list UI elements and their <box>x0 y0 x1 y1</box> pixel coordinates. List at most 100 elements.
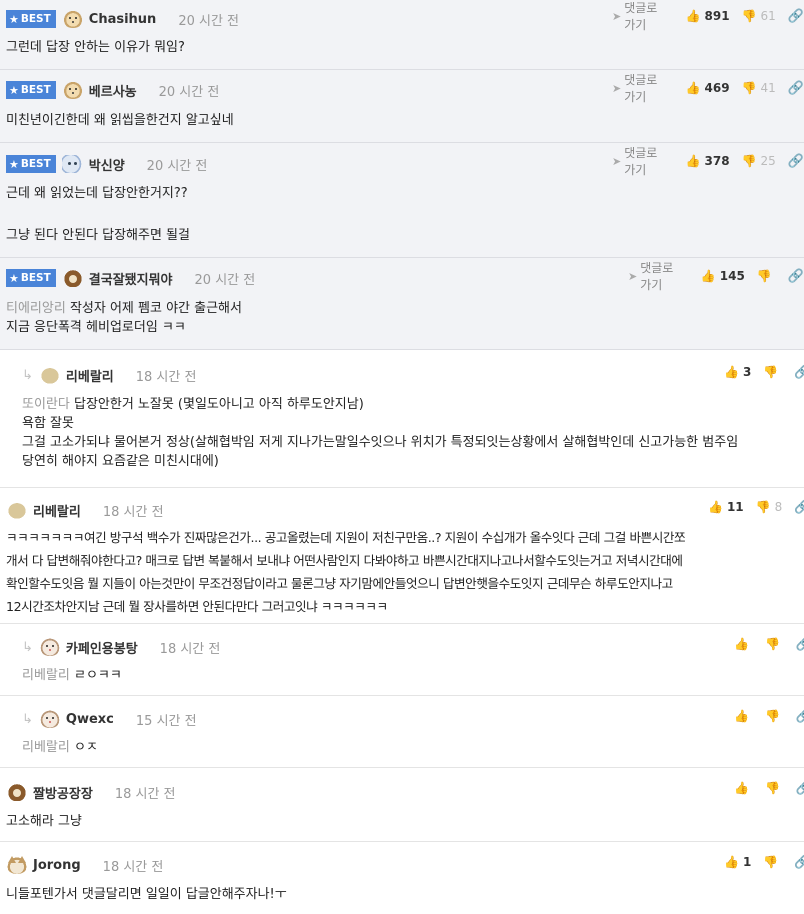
downvote-count: 8 <box>774 500 783 514</box>
reply-arrow-icon: ↳ <box>22 711 33 727</box>
goto-comment-link[interactable]: ➤ 댓글로 가기 <box>628 259 687 293</box>
nickname[interactable]: 리베랄리 <box>33 501 81 520</box>
thumbs-up-icon: 👍 <box>724 365 739 379</box>
downvote-button[interactable]: 👎 <box>765 781 784 795</box>
comment-body: 또이란다 답장안한거 노잘못 (몇일도아니고 아직 하루도안지남) 욕함 잘못 … <box>22 397 739 469</box>
star-icon: ★ <box>9 157 19 171</box>
avatar[interactable] <box>38 638 61 656</box>
avatar[interactable] <box>6 783 28 801</box>
comment-actions: 👍 👎 🔗 <box>734 778 804 798</box>
mention[interactable]: 또이란다 <box>22 397 70 412</box>
upvote-button[interactable]: 👍 378 <box>686 154 730 168</box>
mention[interactable]: 리베랄리 <box>22 740 70 755</box>
nickname[interactable]: 결국잘됐지뭐야 <box>89 269 173 288</box>
mention[interactable]: 티에리앙리 <box>6 301 66 316</box>
link-icon[interactable]: 🔗 <box>788 154 804 169</box>
nickname[interactable]: 박신양 <box>89 155 125 174</box>
nickname[interactable]: 베르사농 <box>89 81 137 100</box>
avatar[interactable] <box>61 269 84 287</box>
comment-actions: ➤ 댓글로 가기 👍 891 👎 61 🔗 <box>612 1 804 32</box>
upvote-button[interactable]: 👍 469 <box>686 81 730 95</box>
upvote-count: 1 <box>742 855 752 869</box>
upvote-button[interactable]: 👍 145 <box>701 269 745 283</box>
nickname[interactable]: 짤방공장장 <box>33 783 93 802</box>
nickname[interactable]: Qwexc <box>66 712 114 727</box>
thumbs-up-icon: 👍 <box>734 637 749 651</box>
downvote-button[interactable]: 👎 <box>763 365 782 379</box>
avatar[interactable] <box>61 81 84 99</box>
upvote-button[interactable]: 👍 891 <box>686 9 730 23</box>
mention[interactable]: 리베랄리 <box>22 668 70 683</box>
downvote-button[interactable]: 👎 8 <box>756 500 783 514</box>
comment-header: ★ BEST 베르사농 20 시간 전 <box>6 80 219 100</box>
upvote-button[interactable]: 👍 3 <box>724 365 751 379</box>
nickname[interactable]: 카페인용봉탕 <box>66 638 138 657</box>
link-icon[interactable]: 🔗 <box>796 637 804 652</box>
best-badge: ★ BEST <box>6 269 56 287</box>
comment-actions: 👍 1 👎 🔗 <box>724 852 804 872</box>
comment-item: 리베랄리 18 시간 전 👍 11 👎 8 🔗 ㅋㅋㅋㅋㅋㅋㅋ여긴 방구석 백수가 … <box>0 488 804 624</box>
thumbs-up-icon: 👍 <box>685 9 701 23</box>
avatar[interactable] <box>6 501 28 519</box>
thumbs-up-icon: 👍 <box>734 709 749 723</box>
thumbs-up-icon: 👍 <box>708 500 723 514</box>
comment-actions: 👍 11 👎 8 🔗 <box>708 497 804 517</box>
comment-body: 근데 왜 읽었는데 답장안한거지?? 그냥 된다 안된다 답장해주면 될걸 <box>6 186 190 243</box>
goto-comment-link[interactable]: ➤ 댓글로 가기 <box>612 0 672 33</box>
downvote-button[interactable]: 👎 <box>763 855 782 869</box>
downvote-count: 61 <box>760 9 776 23</box>
comment-body: 니들포텐가서 댓글달리면 일일이 답글안해주자나!ㅜ <box>6 887 287 902</box>
link-icon[interactable]: 🔗 <box>794 365 804 380</box>
avatar[interactable] <box>61 10 84 28</box>
downvote-button[interactable]: 👎 <box>757 269 776 283</box>
comment-body: 고소해라 그냥 <box>6 814 82 829</box>
timestamp: 18 시간 전 <box>114 786 176 802</box>
goto-comment-link[interactable]: ➤ 댓글로 가기 <box>612 71 672 105</box>
comment-actions: ➤ 댓글로 가기 👍 378 👎 25 🔗 <box>612 146 804 177</box>
comment-body: 리베랄리 ㄹㅇㅋㅋ <box>22 668 122 683</box>
nickname[interactable]: 리베랄리 <box>66 366 114 385</box>
upvote-button[interactable]: 👍 1 <box>724 855 751 869</box>
comment-body: 티에리앙리 작성자 어제 펨코 야간 출근해서 지금 응단폭격 헤비업로더임 ㅋ… <box>6 301 242 335</box>
comment-item: ★ BEST 결국잘됐지뭐야 20 시간 전 ➤ 댓글로 가기 👍 145 👎 🔗 티… <box>0 258 804 350</box>
thumbs-down-icon: 👎 <box>741 81 757 95</box>
upvote-count: 3 <box>742 365 752 379</box>
upvote-count: 891 <box>704 9 730 23</box>
avatar[interactable] <box>38 366 61 384</box>
comment-body: 그런데 답장 안하는 이유가 뭐임? <box>6 40 185 55</box>
thumbs-up-icon: 👍 <box>734 781 749 795</box>
link-icon[interactable]: 🔗 <box>788 81 804 96</box>
avatar[interactable] <box>6 856 28 874</box>
comment-list: ★ BEST Chasihun 20 시간 전 ➤ 댓글로 가기 👍 891 👎 61 … <box>0 0 804 914</box>
comment-item: 짤방공장장 18 시간 전 👍 👎 🔗 고소해라 그냥 <box>0 768 804 842</box>
link-icon[interactable]: 🔗 <box>796 781 804 796</box>
timestamp: 20 시간 전 <box>194 272 256 288</box>
upvote-button[interactable]: 👍 <box>734 637 753 651</box>
link-icon[interactable]: 🔗 <box>788 9 804 24</box>
downvote-button[interactable]: 👎 <box>765 709 784 723</box>
downvote-button[interactable]: 👎 61 <box>742 9 776 23</box>
downvote-button[interactable]: 👎 25 <box>742 154 776 168</box>
goto-comment-link[interactable]: ➤ 댓글로 가기 <box>612 144 672 178</box>
downvote-button[interactable]: 👎 41 <box>742 81 776 95</box>
link-icon[interactable]: 🔗 <box>796 709 804 724</box>
link-icon[interactable]: 🔗 <box>794 855 804 870</box>
downvote-button[interactable]: 👎 <box>765 637 784 651</box>
upvote-button[interactable]: 👍 <box>734 709 753 723</box>
nickname[interactable]: Jorong <box>33 858 81 873</box>
upvote-button[interactable]: 👍 11 <box>708 500 744 514</box>
upvote-button[interactable]: 👍 <box>734 781 753 795</box>
link-icon[interactable]: 🔗 <box>794 500 804 515</box>
thumbs-up-icon: 👍 <box>685 154 701 168</box>
avatar[interactable] <box>38 710 61 728</box>
thumbs-down-icon: 👎 <box>764 637 780 651</box>
thumbs-down-icon: 👎 <box>741 9 757 23</box>
send-icon: ➤ <box>612 9 622 23</box>
comment-body: 미친년이긴한데 왜 읽씹을한건지 알고싶네 <box>6 113 234 128</box>
link-icon[interactable]: 🔗 <box>788 269 804 284</box>
avatar[interactable] <box>61 155 84 173</box>
star-icon: ★ <box>9 271 19 285</box>
nickname[interactable]: Chasihun <box>89 12 157 27</box>
reply-arrow-icon: ↳ <box>22 639 33 655</box>
timestamp: 18 시간 전 <box>102 859 164 875</box>
